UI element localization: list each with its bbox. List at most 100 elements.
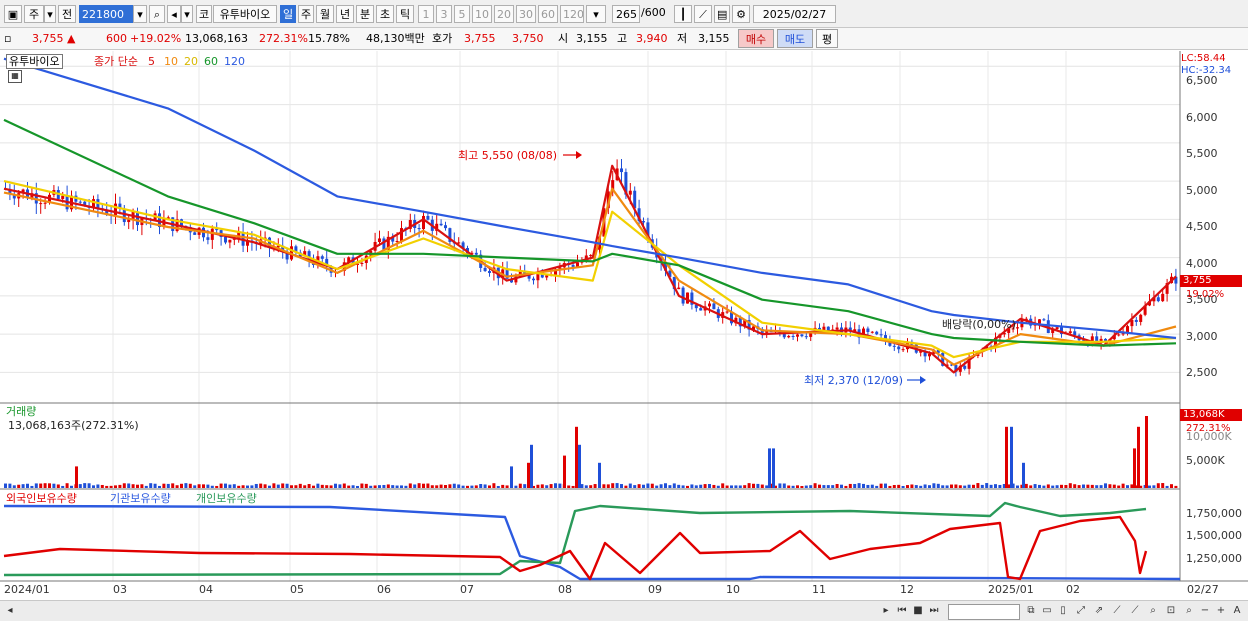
- volume-bar: [584, 485, 588, 488]
- multiplier-30[interactable]: 30: [516, 5, 536, 23]
- interval-day[interactable]: 일: [280, 5, 296, 23]
- volume-bar: [338, 484, 342, 488]
- volume-bar: [510, 466, 513, 488]
- buy-button[interactable]: 매수: [738, 29, 774, 48]
- candle-body: [787, 335, 791, 338]
- speaker-icon[interactable]: ◂: [167, 5, 181, 23]
- interval-week[interactable]: 주: [298, 5, 314, 23]
- volume-bar: [1029, 485, 1033, 488]
- candle-body: [1156, 297, 1160, 302]
- speaker-dropdown-icon[interactable]: ▾: [181, 5, 193, 23]
- multiplier-3[interactable]: 3: [436, 5, 452, 23]
- stock-name-tag[interactable]: 유투바이오: [6, 54, 63, 69]
- volume-bar: [633, 485, 637, 488]
- chart-tool-icon-1[interactable]: ⧉: [1024, 604, 1038, 618]
- play-icon[interactable]: ⏭: [928, 604, 940, 618]
- multiplier-120[interactable]: 120: [560, 5, 584, 23]
- drawing-tool-icon[interactable]: ⟋: [694, 5, 712, 23]
- chart-toolbar: ▣ 주 ▾ 전 221800 ▾ ⌕ ◂ ▾ 코 유투바이오 일 주 월 년 분…: [0, 0, 1248, 28]
- grid-toggle-icon[interactable]: ▦: [8, 70, 22, 83]
- date-input[interactable]: 2025/02/27: [753, 5, 836, 23]
- font-size-icon[interactable]: A: [1230, 604, 1244, 618]
- volume-bar: [1126, 485, 1129, 488]
- volume-bar: [725, 485, 729, 488]
- period-select[interactable]: 주: [24, 5, 44, 23]
- chart-tool-icon-5[interactable]: ⇗: [1092, 604, 1106, 618]
- search-icon[interactable]: ⌕: [1182, 604, 1196, 618]
- multiplier-20[interactable]: 20: [494, 5, 514, 23]
- ma-legend-20[interactable]: 20: [184, 55, 198, 68]
- turnover-rate: 15.78%: [308, 32, 350, 45]
- scroll-left-icon[interactable]: ◂: [4, 604, 16, 618]
- chart-tool-icon-7[interactable]: ⟋: [1128, 604, 1142, 618]
- candle-body: [400, 228, 403, 241]
- volume-panel-title[interactable]: 거래량: [6, 405, 36, 418]
- volume-bar: [646, 483, 650, 488]
- interval-second[interactable]: 초: [376, 5, 394, 23]
- volume-bar: [536, 484, 540, 488]
- candle-body: [474, 252, 478, 255]
- period-dropdown-icon[interactable]: ▾: [44, 5, 56, 23]
- volume-bar: [1038, 484, 1041, 488]
- interval-minute[interactable]: 분: [356, 5, 374, 23]
- multiplier-60[interactable]: 60: [538, 5, 558, 23]
- ma-legend-60[interactable]: 60: [204, 55, 218, 68]
- x-tick: 07: [460, 583, 474, 596]
- chart-tool-icon-9[interactable]: ⊡: [1164, 604, 1178, 618]
- interval-year[interactable]: 년: [336, 5, 354, 23]
- zoom-out-icon[interactable]: −: [1198, 604, 1212, 618]
- zoom-in-icon[interactable]: +: [1214, 604, 1228, 618]
- bar-count-input[interactable]: 265: [612, 5, 640, 23]
- candle-body: [928, 353, 931, 357]
- gear-icon[interactable]: ⚙: [732, 5, 750, 23]
- chart-tool-icon-6[interactable]: ⟋: [1110, 604, 1124, 618]
- evaluation-button[interactable]: 평: [816, 29, 838, 48]
- stop-icon[interactable]: ■: [912, 604, 924, 618]
- volume-bar: [690, 484, 694, 488]
- volume-bar: [857, 483, 861, 488]
- multiplier-5[interactable]: 5: [454, 5, 470, 23]
- volume-bar: [796, 485, 799, 488]
- volume-bar: [373, 485, 377, 488]
- stock-code-input[interactable]: 221800: [79, 5, 133, 23]
- volume-bar: [1005, 426, 1008, 488]
- stock-chart[interactable]: [0, 51, 1248, 599]
- volume-bar: [694, 485, 698, 488]
- x-tick: 12: [900, 583, 914, 596]
- candle-body: [1042, 319, 1046, 321]
- chart-tool-icon-8[interactable]: ⌕: [1146, 604, 1160, 618]
- chart-tool-icon-4[interactable]: ⤢: [1074, 604, 1088, 618]
- mode-button[interactable]: 전: [58, 5, 76, 23]
- ma-legend-120[interactable]: 120: [224, 55, 245, 68]
- interval-tick[interactable]: 틱: [396, 5, 414, 23]
- candle-body: [708, 303, 711, 307]
- legend-foreign[interactable]: 외국인보유수량: [6, 492, 77, 505]
- volume-bar: [206, 484, 210, 488]
- window-icon[interactable]: ▣: [4, 5, 22, 23]
- zoom-slider[interactable]: [948, 604, 1020, 620]
- candle-type-icon[interactable]: ┃: [674, 5, 692, 23]
- rewind-icon[interactable]: ⏮: [896, 604, 908, 618]
- search-icon[interactable]: ⌕: [149, 5, 165, 23]
- legend-individual[interactable]: 개인보유수량: [196, 492, 257, 505]
- candle-body: [875, 331, 879, 335]
- interval-month[interactable]: 월: [316, 5, 334, 23]
- volume-bar: [835, 483, 839, 488]
- code-dropdown-icon[interactable]: ▾: [133, 5, 147, 23]
- legend-institution[interactable]: 기관보유수량: [110, 492, 171, 505]
- volume-bar: [791, 485, 795, 488]
- sell-button[interactable]: 매도: [777, 29, 813, 48]
- chart-tool-icon-3[interactable]: ▯: [1056, 604, 1070, 618]
- volume-bar: [1104, 483, 1107, 488]
- multiplier-10[interactable]: 10: [472, 5, 492, 23]
- volume-bar: [1121, 483, 1125, 488]
- ma-legend-10[interactable]: 10: [164, 55, 178, 68]
- ma-legend-5[interactable]: 5: [148, 55, 155, 68]
- volume-bar: [578, 444, 581, 488]
- multiplier-1[interactable]: 1: [418, 5, 434, 23]
- scroll-right-icon[interactable]: ▸: [880, 604, 892, 618]
- save-icon[interactable]: ▤: [714, 5, 730, 23]
- chart-scrollbar[interactable]: ◂ ▸ ⏮ ■ ⏭ ⧉ ▭ ▯ ⤢ ⇗ ⟋ ⟋ ⌕ ⊡ ⌕ − + A: [0, 600, 1248, 621]
- custom-interval-dropdown[interactable]: ▾: [586, 5, 606, 23]
- chart-tool-icon-2[interactable]: ▭: [1040, 604, 1054, 618]
